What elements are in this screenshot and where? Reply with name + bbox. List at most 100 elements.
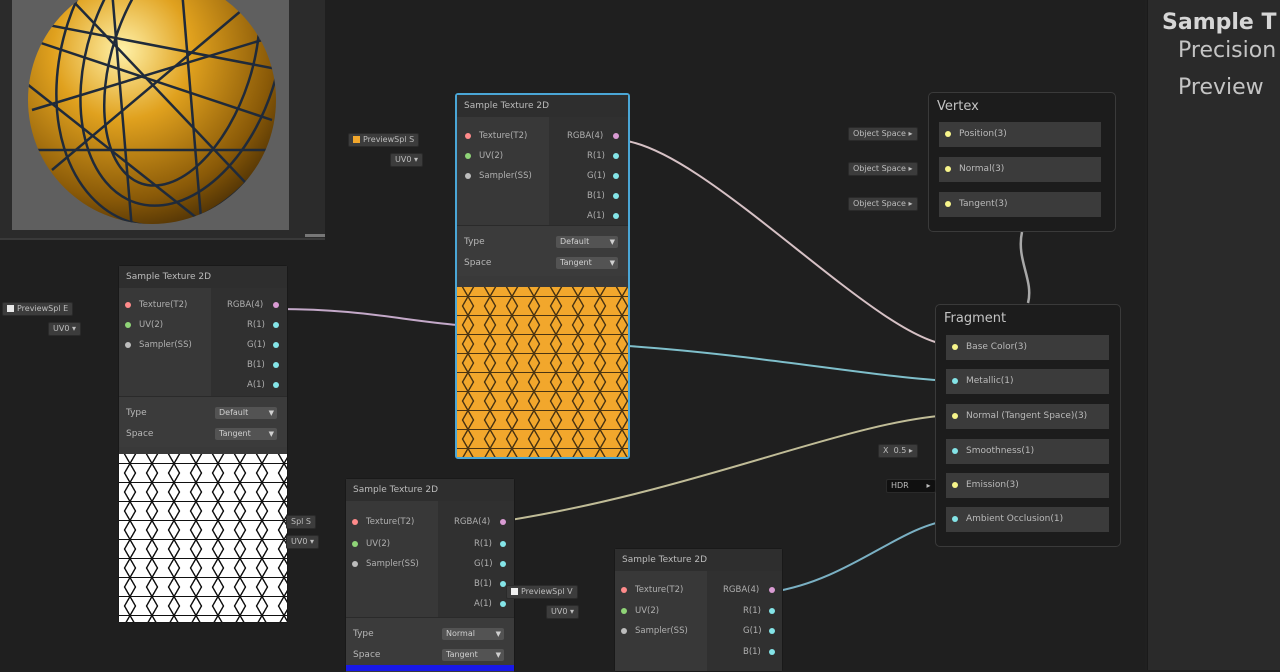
space-input-normal[interactable]: Object Space ▸ [848,162,918,176]
port-g[interactable]: G(1) [587,169,619,183]
port-dot[interactable] [500,541,506,547]
port-sampler[interactable]: Sampler(SS) [465,169,532,183]
port-sampler[interactable]: Sampler(SS) [621,624,688,638]
port-dot[interactable] [352,541,358,547]
type-dropdown[interactable]: Normal ▼ [442,628,504,640]
slot-metallic[interactable]: Metallic(1) [946,369,1109,394]
port-dot[interactable] [125,322,131,328]
uv-channel-input[interactable]: UV0 ▾ [48,322,81,336]
port-rgba[interactable]: RGBA(4) [567,129,619,143]
port-dot[interactable] [621,628,627,634]
port-dot[interactable] [952,413,958,419]
port-dot[interactable] [352,519,358,525]
port-dot[interactable] [500,519,506,525]
port-dot[interactable] [500,601,506,607]
emission-color-input[interactable]: HDR ▸ [886,479,936,493]
sample-texture-node-top[interactable]: Sample Texture 2D Texture(T2) UV(2) Samp… [455,93,630,459]
port-sampler[interactable]: Sampler(SS) [125,338,192,352]
vertex-block[interactable]: Vertex Position(3) Normal(3) Tangent(3) [928,92,1116,232]
sample-texture-node-bottom[interactable]: Sample Texture 2D Texture(T2) UV(2) Samp… [614,548,783,672]
port-uv[interactable]: UV(2) [621,604,659,618]
port-dot[interactable] [273,382,279,388]
port-dot[interactable] [613,213,619,219]
port-r[interactable]: R(1) [587,149,619,163]
port-dot[interactable] [769,587,775,593]
port-uv[interactable]: UV(2) [352,537,390,551]
port-g[interactable]: G(1) [247,338,279,352]
port-dot[interactable] [621,608,627,614]
port-rgba[interactable]: RGBA(4) [723,583,775,597]
port-g[interactable]: G(1) [743,624,775,638]
port-b[interactable]: B(1) [587,189,619,203]
preview-sampler-input[interactable]: PreviewSpl V [506,585,578,599]
port-dot[interactable] [125,342,131,348]
port-dot[interactable] [273,342,279,348]
port-rgba[interactable]: RGBA(4) [227,298,279,312]
port-texture[interactable]: Texture(T2) [465,129,527,143]
port-uv[interactable]: UV(2) [465,149,503,163]
space-input-position[interactable]: Object Space ▸ [848,127,918,141]
uv-channel-input[interactable]: UV0 ▾ [286,535,319,549]
port-dot[interactable] [613,193,619,199]
port-g[interactable]: G(1) [474,557,506,571]
port-a[interactable]: A(1) [247,378,279,392]
port-dot[interactable] [613,173,619,179]
port-dot[interactable] [613,153,619,159]
slot-base-color[interactable]: Base Color(3) [946,335,1109,360]
port-dot[interactable] [352,561,358,567]
sample-texture-node-normal[interactable]: Sample Texture 2D Texture(T2) UV(2) Samp… [345,478,515,672]
port-dot[interactable] [273,302,279,308]
port-dot[interactable] [621,587,627,593]
port-texture[interactable]: Texture(T2) [621,583,683,597]
slot-ambient-occlusion[interactable]: Ambient Occlusion(1) [946,507,1109,532]
preview-sampler-input[interactable]: Spl S [286,515,316,529]
port-dot[interactable] [769,649,775,655]
smoothness-input[interactable]: X 0.5 ▸ [878,444,918,458]
port-a[interactable]: A(1) [474,597,506,611]
space-dropdown[interactable]: Tangent ▼ [215,428,277,440]
port-b[interactable]: B(1) [474,577,506,591]
port-r[interactable]: R(1) [743,604,775,618]
slot-tangent[interactable]: Tangent(3) [939,192,1101,217]
precision-field[interactable]: Precision [1178,38,1276,63]
port-dot[interactable] [945,166,951,172]
port-dot[interactable] [613,133,619,139]
port-dot[interactable] [945,131,951,137]
type-dropdown[interactable]: Default ▼ [215,407,277,419]
port-sampler[interactable]: Sampler(SS) [352,557,419,571]
preview-field[interactable]: Preview [1178,75,1264,100]
port-dot[interactable] [125,302,131,308]
uv-channel-input[interactable]: UV0 ▾ [390,153,423,167]
slot-smoothness[interactable]: Smoothness(1) [946,439,1109,464]
slot-position[interactable]: Position(3) [939,122,1101,147]
fragment-block[interactable]: Fragment Base Color(3) Metallic(1) Norma… [935,304,1121,547]
uv-channel-input[interactable]: UV0 ▾ [546,605,579,619]
preview-sampler-input[interactable]: PreviewSpl E [2,302,74,316]
port-dot[interactable] [273,362,279,368]
slot-normal-tangent[interactable]: Normal (Tangent Space)(3) [946,404,1109,429]
slot-normal[interactable]: Normal(3) [939,157,1101,182]
port-rgba[interactable]: RGBA(4) [454,515,506,529]
port-dot[interactable] [465,173,471,179]
port-uv[interactable]: UV(2) [125,318,163,332]
space-dropdown[interactable]: Tangent ▼ [442,649,504,661]
port-texture[interactable]: Texture(T2) [125,298,187,312]
port-dot[interactable] [952,516,958,522]
port-dot[interactable] [952,448,958,454]
port-r[interactable]: R(1) [247,318,279,332]
preview-resize-handle[interactable] [305,234,325,237]
port-dot[interactable] [769,628,775,634]
port-b[interactable]: B(1) [247,358,279,372]
port-dot[interactable] [945,201,951,207]
sample-texture-node-left[interactable]: Sample Texture 2D Texture(T2) UV(2) Samp… [118,265,288,623]
space-dropdown[interactable]: Tangent ▼ [556,257,618,269]
type-dropdown[interactable]: Default ▼ [556,236,618,248]
port-b[interactable]: B(1) [743,645,775,659]
port-texture[interactable]: Texture(T2) [352,515,414,529]
port-a[interactable]: A(1) [587,209,619,223]
port-dot[interactable] [465,133,471,139]
port-r[interactable]: R(1) [474,537,506,551]
port-dot[interactable] [500,561,506,567]
port-dot[interactable] [465,153,471,159]
port-dot[interactable] [273,322,279,328]
